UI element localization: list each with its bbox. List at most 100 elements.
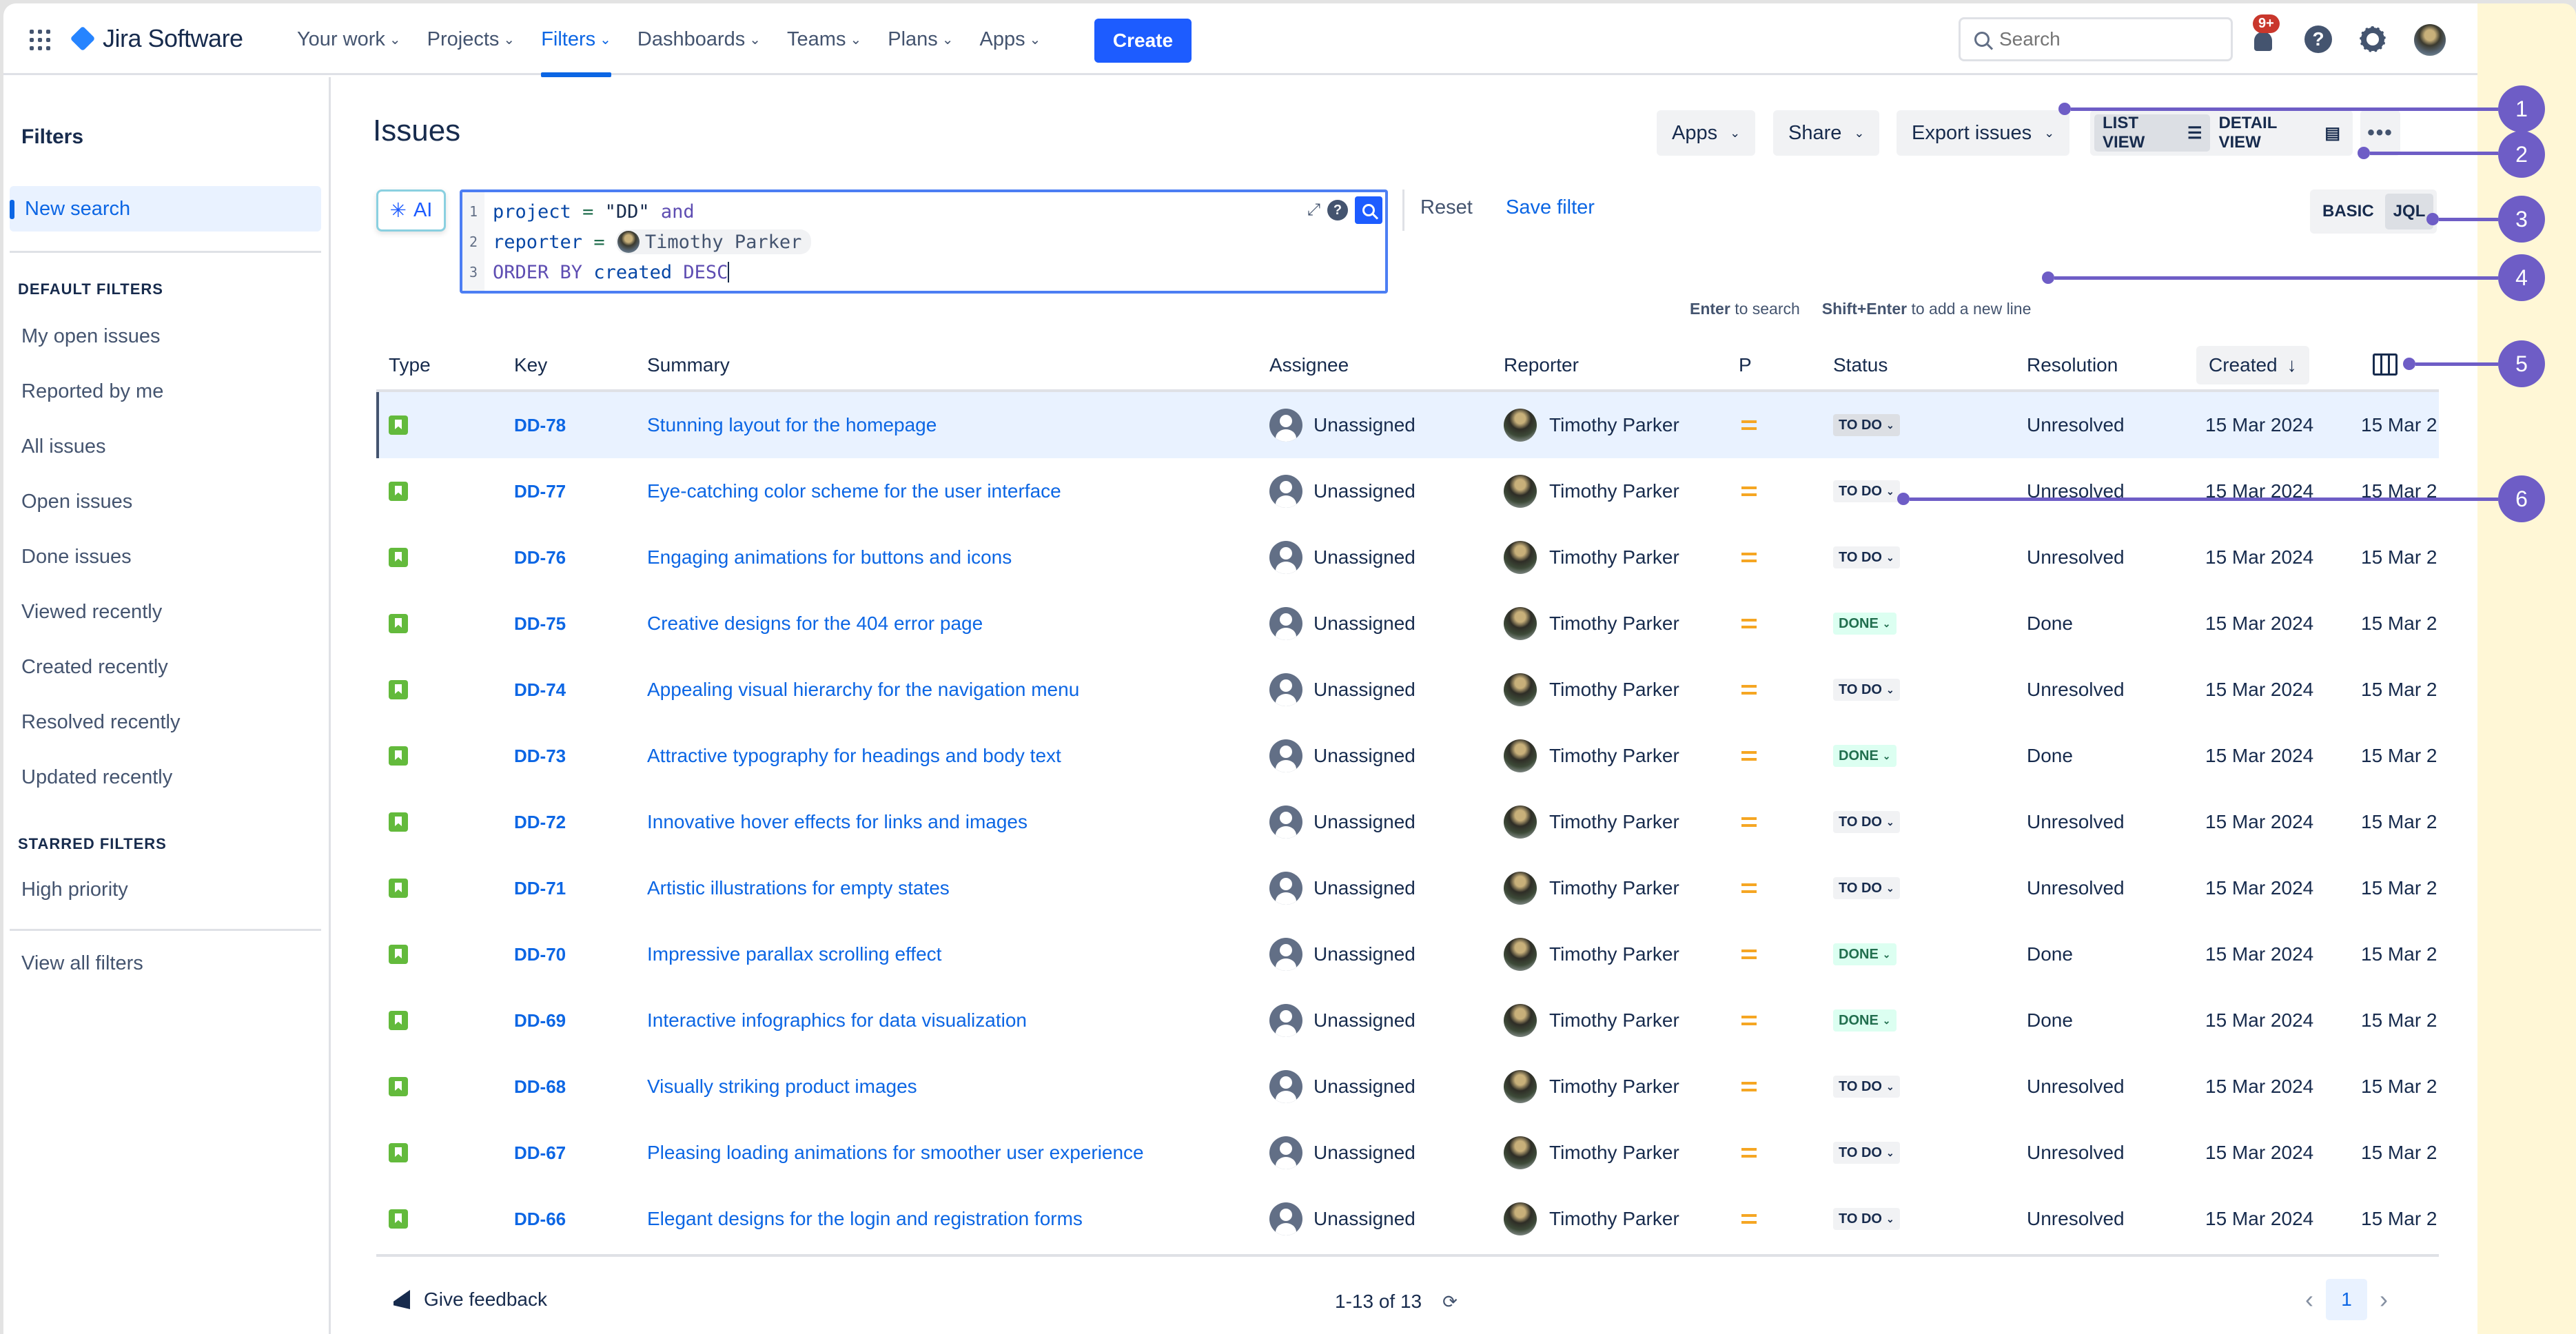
issue-summary-link[interactable]: Interactive infographics for data visual…	[647, 1009, 1027, 1032]
issue-key-link[interactable]: DD-78	[514, 415, 566, 436]
status-dropdown[interactable]: DONE ⌄	[1833, 613, 1897, 635]
column-header-type[interactable]: Type	[389, 341, 431, 389]
issue-key-link[interactable]: DD-70	[514, 944, 566, 965]
column-header-resolution[interactable]: Resolution	[2027, 341, 2118, 389]
assignee-cell[interactable]: Unassigned	[1269, 1120, 1415, 1186]
nav-item-dashboards[interactable]: Dashboards ⌄	[637, 3, 761, 75]
issue-summary-link[interactable]: Innovative hover effects for links and i…	[647, 811, 1028, 833]
create-button[interactable]: Create	[1094, 19, 1192, 63]
assignee-cell[interactable]: Unassigned	[1269, 392, 1415, 458]
column-header-key[interactable]: Key	[514, 341, 547, 389]
reporter-cell[interactable]: Timothy Parker	[1504, 921, 1679, 987]
priority-cell[interactable]	[1741, 987, 1757, 1054]
issue-key-link[interactable]: DD-72	[514, 812, 566, 833]
table-row[interactable]: DD-73 Attractive typography for headings …	[376, 723, 2439, 789]
nav-item-projects[interactable]: Projects ⌄	[427, 3, 515, 75]
column-header-priority[interactable]: P	[1739, 341, 1752, 389]
reporter-cell[interactable]: Timothy Parker	[1504, 1120, 1679, 1186]
run-search-button[interactable]	[1355, 196, 1382, 224]
status-dropdown[interactable]: TO DO ⌄	[1833, 811, 1900, 833]
priority-cell[interactable]	[1741, 723, 1757, 789]
status-dropdown[interactable]: DONE ⌄	[1833, 943, 1897, 965]
issue-key-link[interactable]: DD-77	[514, 481, 566, 502]
syntax-help-icon[interactable]: ?	[1327, 200, 1348, 220]
table-row[interactable]: DD-66 Elegant designs for the login and r…	[376, 1186, 2439, 1252]
table-row[interactable]: DD-78 Stunning layout for the homepage Una…	[376, 392, 2439, 458]
issue-summary-link[interactable]: Visually striking product images	[647, 1076, 917, 1098]
assignee-cell[interactable]: Unassigned	[1269, 921, 1415, 987]
app-switcher-icon[interactable]	[30, 30, 50, 50]
table-row[interactable]: DD-67 Pleasing loading animations for smo…	[376, 1120, 2439, 1186]
priority-cell[interactable]	[1741, 458, 1757, 524]
table-row[interactable]: DD-74 Appealing visual hierarchy for the …	[376, 657, 2439, 723]
table-row[interactable]: DD-71 Artistic illustrations for empty st…	[376, 855, 2439, 921]
priority-cell[interactable]	[1741, 1120, 1757, 1186]
column-header-summary[interactable]: Summary	[647, 341, 730, 389]
priority-cell[interactable]	[1741, 591, 1757, 657]
basic-mode-button[interactable]: BASIC	[2314, 194, 2382, 229]
status-dropdown[interactable]: TO DO ⌄	[1833, 1076, 1900, 1098]
sidebar-item-viewed-recently[interactable]: Viewed recently	[21, 601, 162, 624]
issue-key-link[interactable]: DD-71	[514, 878, 566, 899]
reporter-cell[interactable]: Timothy Parker	[1504, 458, 1679, 524]
table-row[interactable]: DD-69 Interactive infographics for data v…	[376, 987, 2439, 1054]
reporter-cell[interactable]: Timothy Parker	[1504, 524, 1679, 591]
priority-cell[interactable]	[1741, 524, 1757, 591]
nav-item-plans[interactable]: Plans ⌄	[888, 3, 953, 75]
previous-page-icon[interactable]: ‹	[2305, 1285, 2313, 1314]
column-header-created[interactable]: Created ↓	[2196, 346, 2309, 384]
issue-key-link[interactable]: DD-68	[514, 1076, 566, 1098]
give-feedback-button[interactable]: Give feedback	[393, 1289, 547, 1311]
priority-cell[interactable]	[1741, 1186, 1757, 1252]
status-dropdown[interactable]: TO DO ⌄	[1833, 679, 1900, 701]
assignee-cell[interactable]: Unassigned	[1269, 1054, 1415, 1120]
column-header-assignee[interactable]: Assignee	[1269, 341, 1349, 389]
settings-button[interactable]	[2358, 24, 2388, 54]
priority-cell[interactable]	[1741, 789, 1757, 855]
reset-button[interactable]: Reset	[1420, 196, 1473, 219]
issue-summary-link[interactable]: Stunning layout for the homepage	[647, 414, 937, 436]
reporter-cell[interactable]: Timothy Parker	[1504, 855, 1679, 921]
export-issues-button[interactable]: Export issues ⌄	[1897, 110, 2070, 156]
next-page-icon[interactable]: ›	[2380, 1285, 2388, 1314]
issue-summary-link[interactable]: Elegant designs for the login and regist…	[647, 1208, 1083, 1230]
page-1-button[interactable]: 1	[2326, 1279, 2367, 1320]
sidebar-item-new-search[interactable]: New search	[10, 186, 321, 232]
issue-summary-link[interactable]: Attractive typography for headings and b…	[647, 745, 1061, 767]
table-row[interactable]: DD-76 Engaging animations for buttons and…	[376, 524, 2439, 591]
reporter-cell[interactable]: Timothy Parker	[1504, 392, 1679, 458]
assignee-cell[interactable]: Unassigned	[1269, 458, 1415, 524]
reporter-cell[interactable]: Timothy Parker	[1504, 657, 1679, 723]
sidebar-item-reported-by-me[interactable]: Reported by me	[21, 380, 163, 403]
priority-cell[interactable]	[1741, 1054, 1757, 1120]
sidebar-item-done-issues[interactable]: Done issues	[21, 546, 132, 568]
column-header-reporter[interactable]: Reporter	[1504, 341, 1579, 389]
priority-cell[interactable]	[1741, 921, 1757, 987]
issue-summary-link[interactable]: Engaging animations for buttons and icon…	[647, 546, 1012, 568]
priority-cell[interactable]	[1741, 392, 1757, 458]
status-dropdown[interactable]: TO DO ⌄	[1833, 1142, 1900, 1164]
jira-logo[interactable]: Jira Software	[70, 24, 243, 53]
profile-avatar[interactable]	[2414, 24, 2446, 56]
assignee-cell[interactable]: Unassigned	[1269, 789, 1415, 855]
sidebar-item-updated-recently[interactable]: Updated recently	[21, 766, 172, 789]
assignee-cell[interactable]: Unassigned	[1269, 723, 1415, 789]
global-search[interactable]	[1959, 17, 2233, 61]
reporter-cell[interactable]: Timothy Parker	[1504, 591, 1679, 657]
assignee-cell[interactable]: Unassigned	[1269, 1186, 1415, 1252]
status-dropdown[interactable]: TO DO ⌄	[1833, 1208, 1900, 1230]
status-dropdown[interactable]: DONE ⌄	[1833, 1009, 1897, 1032]
nav-item-apps[interactable]: Apps ⌄	[980, 3, 1041, 75]
status-dropdown[interactable]: TO DO ⌄	[1833, 414, 1900, 436]
global-search-input[interactable]	[1999, 28, 2206, 50]
issue-key-link[interactable]: DD-76	[514, 547, 566, 568]
reporter-cell[interactable]: Timothy Parker	[1504, 723, 1679, 789]
issue-key-link[interactable]: DD-67	[514, 1142, 566, 1164]
jql-mode-button[interactable]: JQL	[2384, 194, 2434, 229]
column-header-status[interactable]: Status	[1833, 341, 1888, 389]
jql-editor[interactable]: 1 project = "DD" and 2 reporter = Timoth…	[460, 189, 1388, 294]
sidebar-item-created-recently[interactable]: Created recently	[21, 656, 168, 679]
user-chip[interactable]: Timothy Parker	[615, 229, 812, 254]
share-dropdown-button[interactable]: Share ⌄	[1773, 110, 1880, 156]
help-button[interactable]: ?	[2303, 24, 2333, 54]
